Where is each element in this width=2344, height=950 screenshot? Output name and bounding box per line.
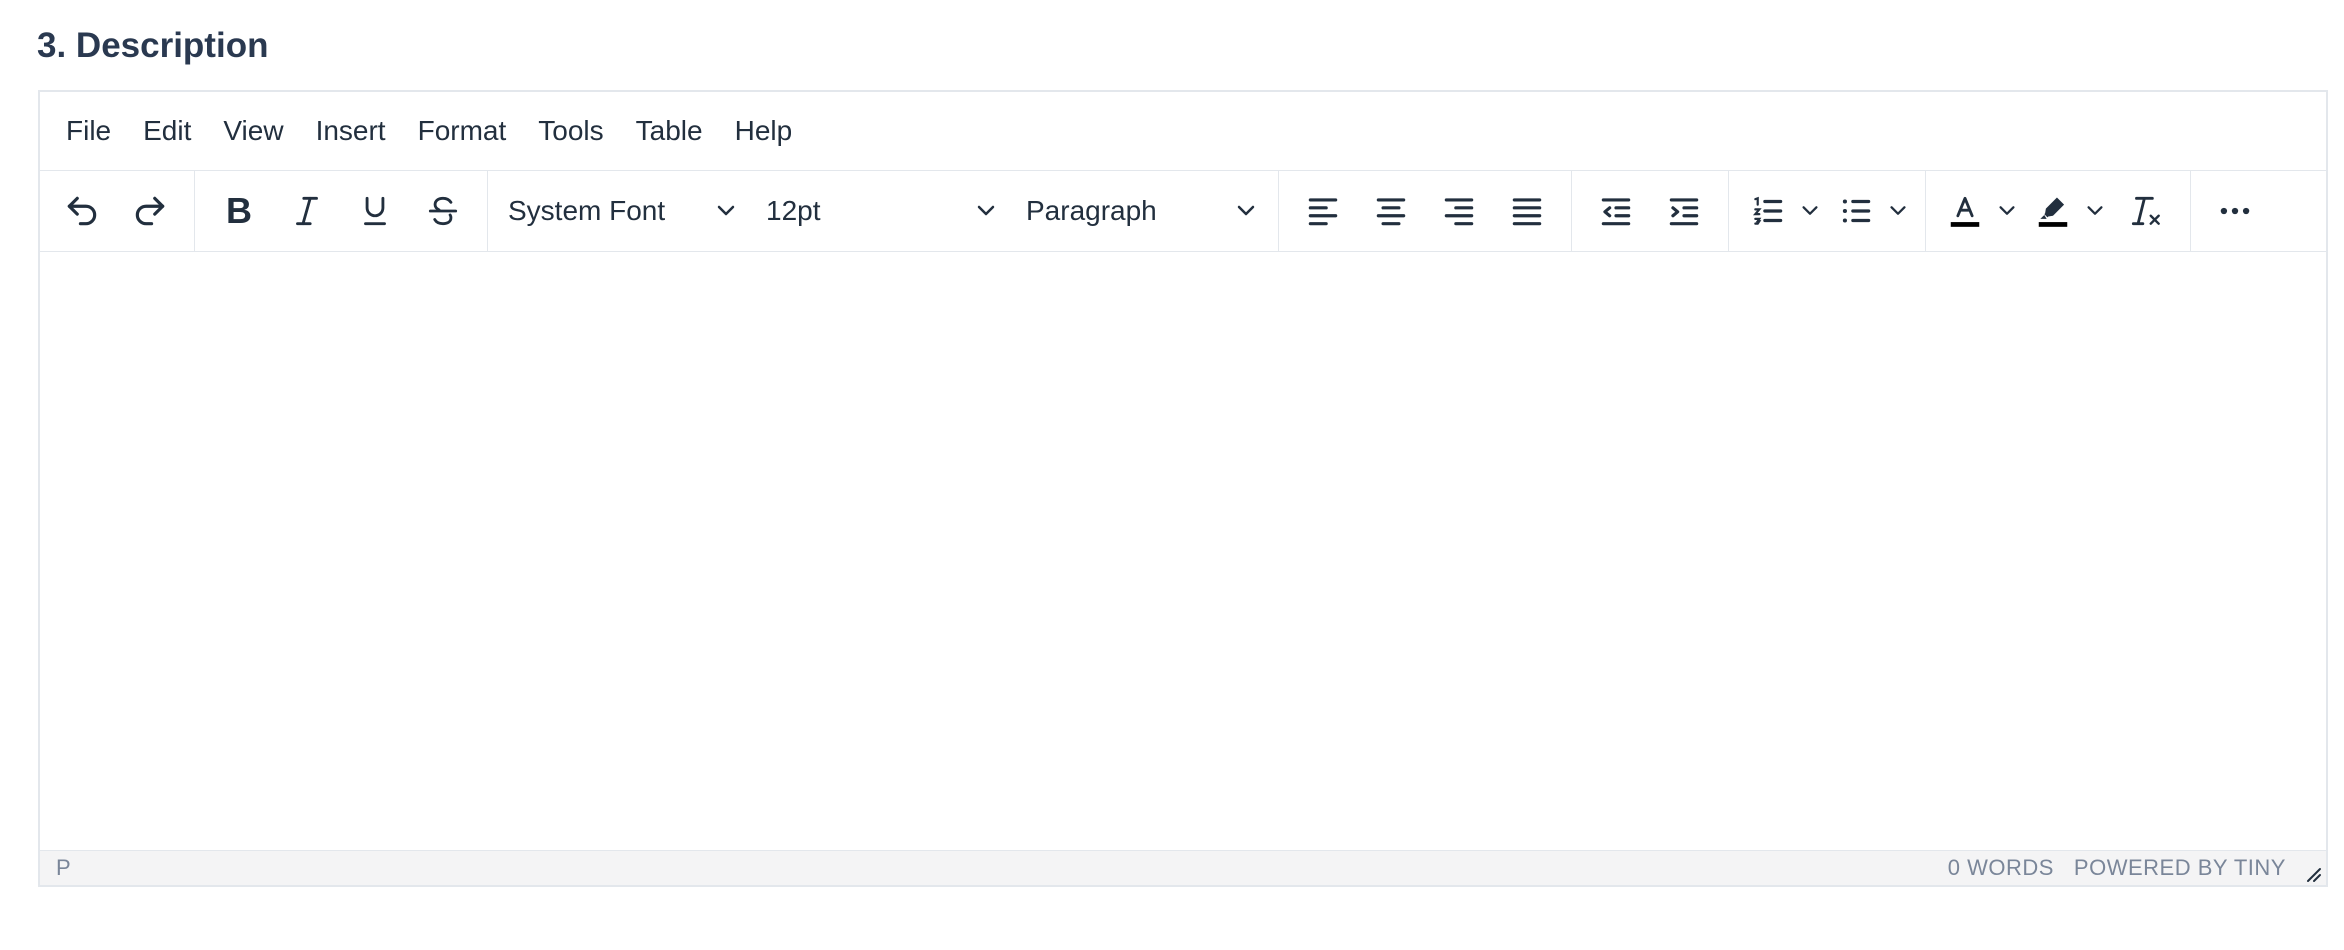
underline-icon: [364, 196, 386, 226]
format-group: B: [195, 171, 488, 251]
align-justify-button[interactable]: [1495, 181, 1559, 241]
font-size-select[interactable]: 12pt: [752, 181, 1012, 241]
chevron-down-icon: [2087, 206, 2103, 215]
italic-icon: [296, 196, 318, 226]
align-group: [1279, 171, 1572, 251]
editor-statusbar: P 0 WORDS POWERED BY TINY: [40, 850, 2326, 885]
select-group: System Font 12pt Paragraph: [488, 171, 1279, 251]
bullet-list-dropdown[interactable]: [1883, 181, 1913, 241]
menu-help[interactable]: Help: [719, 105, 809, 157]
bold-button[interactable]: B: [207, 181, 271, 241]
strikethrough-icon: [428, 196, 458, 226]
align-right-icon: [1444, 198, 1474, 226]
menu-edit[interactable]: Edit: [127, 105, 207, 157]
menu-insert[interactable]: Insert: [300, 105, 402, 157]
numbered-list-dropdown[interactable]: [1795, 181, 1825, 241]
highlight-color-button[interactable]: [2026, 181, 2080, 241]
numbered-list-icon: [1752, 196, 1783, 225]
powered-by-tiny-link[interactable]: POWERED BY TINY: [2074, 855, 2286, 881]
chevron-down-icon: [1999, 206, 2015, 215]
undo-icon: [67, 196, 97, 226]
block-format-select[interactable]: Paragraph: [1012, 181, 1272, 241]
strikethrough-button[interactable]: [411, 181, 475, 241]
menu-format[interactable]: Format: [402, 105, 523, 157]
editor-content-area[interactable]: [40, 252, 2326, 851]
redo-button[interactable]: [118, 181, 182, 241]
redo-icon: [135, 196, 165, 226]
highlight-color-dropdown[interactable]: [2080, 181, 2110, 241]
menu-tools[interactable]: Tools: [522, 105, 619, 157]
more-icon: [2220, 207, 2250, 215]
underline-button[interactable]: [343, 181, 407, 241]
outdent-button[interactable]: [1584, 181, 1648, 241]
editor-toolbar: B System Font 12pt Paragraph: [40, 171, 2326, 253]
chevron-down-icon: [1802, 206, 1818, 215]
align-right-button[interactable]: [1427, 181, 1491, 241]
highlight-color-split: [2026, 181, 2110, 241]
indent-button[interactable]: [1652, 181, 1716, 241]
bullet-list-button[interactable]: [1829, 181, 1883, 241]
color-group: [1926, 171, 2191, 251]
block-format-value: Paragraph: [1026, 195, 1157, 226]
text-color-button[interactable]: [1938, 181, 1992, 241]
clear-formatting-icon: [2131, 196, 2160, 226]
text-color-split: [1938, 181, 2022, 241]
align-justify-icon: [1512, 198, 1542, 226]
word-count[interactable]: 0 WORDS: [1948, 855, 2054, 881]
indent-group: [1572, 171, 1729, 251]
chevron-down-icon: [1237, 205, 1255, 216]
resize-handle-icon[interactable]: [2302, 863, 2322, 883]
align-center-button[interactable]: [1359, 181, 1423, 241]
bold-icon: B: [226, 190, 252, 231]
outdent-icon: [1601, 198, 1631, 226]
bullet-list-icon: [1842, 199, 1871, 223]
list-group: [1729, 171, 1926, 251]
align-left-button[interactable]: [1291, 181, 1355, 241]
text-color-dropdown[interactable]: [1992, 181, 2022, 241]
bullet-list-split: [1829, 181, 1913, 241]
font-family-value: System Font: [508, 195, 666, 226]
italic-button[interactable]: [275, 181, 339, 241]
element-path[interactable]: P: [56, 855, 71, 881]
clear-formatting-button[interactable]: [2114, 181, 2178, 241]
history-group: [40, 171, 195, 251]
more-button[interactable]: [2203, 181, 2267, 241]
chevron-down-icon: [1890, 206, 1906, 215]
text-color-icon: [1950, 196, 1980, 227]
statusbar-right: 0 WORDS POWERED BY TINY: [1948, 855, 2286, 881]
numbered-list-split: [1741, 181, 1825, 241]
align-left-icon: [1308, 198, 1338, 226]
menu-view[interactable]: View: [207, 105, 299, 157]
more-group: [2191, 171, 2279, 251]
rich-text-editor: File Edit View Insert Format Tools Table…: [38, 90, 2328, 887]
highlight-color-icon: [2038, 197, 2068, 227]
menu-file[interactable]: File: [50, 105, 127, 157]
menu-table[interactable]: Table: [620, 105, 719, 157]
section-title: 3. Description: [37, 26, 269, 65]
undo-button[interactable]: [50, 181, 114, 241]
chevron-down-icon: [717, 205, 735, 216]
align-center-icon: [1376, 198, 1406, 226]
editor-menubar: File Edit View Insert Format Tools Table…: [40, 92, 2326, 171]
chevron-down-icon: [977, 205, 995, 216]
font-family-select[interactable]: System Font: [494, 181, 752, 241]
indent-icon: [1669, 198, 1699, 226]
font-size-value: 12pt: [766, 195, 821, 226]
numbered-list-button[interactable]: [1741, 181, 1795, 241]
